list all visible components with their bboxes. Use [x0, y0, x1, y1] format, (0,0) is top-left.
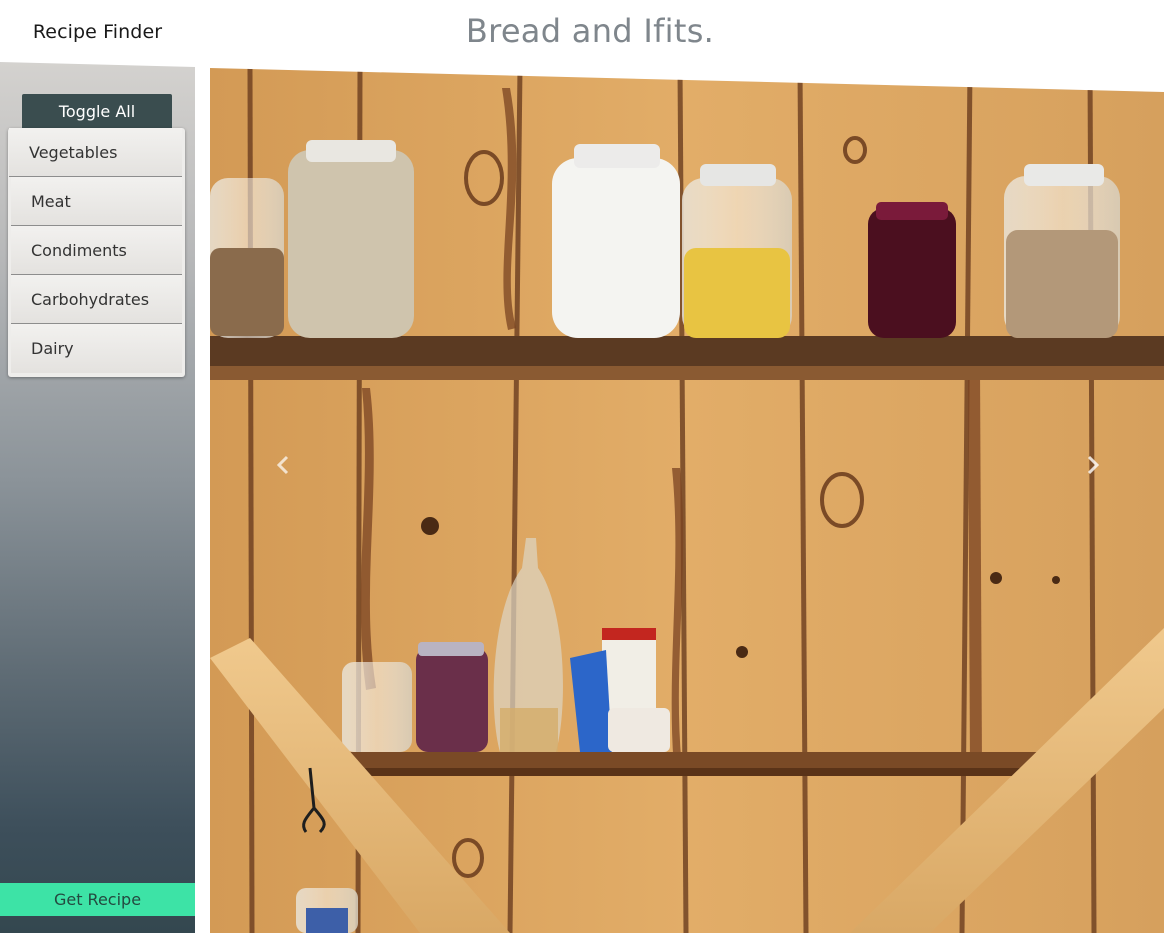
page-title: Bread and Ifits.	[465, 12, 715, 50]
get-recipe-button[interactable]: Get Recipe	[0, 883, 195, 916]
chevron-right-icon	[1087, 455, 1100, 475]
toggle-all-button[interactable]: Toggle All	[22, 94, 172, 128]
app-brand: Recipe Finder	[32, 21, 163, 43]
carousel-next-button[interactable]	[1078, 450, 1108, 480]
category-list: Vegetables Meat Condiments Carbohydrates…	[8, 128, 185, 377]
category-item-vegetables[interactable]: Vegetables	[9, 128, 182, 177]
image-carousel[interactable]	[210, 68, 1164, 933]
category-item-carbohydrates[interactable]: Carbohydrates	[11, 275, 182, 324]
category-item-meat[interactable]: Meat	[11, 177, 182, 226]
chevron-left-icon	[276, 455, 289, 475]
category-item-dairy[interactable]: Dairy	[11, 324, 182, 373]
carousel-prev-button[interactable]	[268, 450, 298, 480]
category-item-condiments[interactable]: Condiments	[11, 226, 182, 275]
carousel-slide-pantry-image	[210, 68, 1164, 933]
